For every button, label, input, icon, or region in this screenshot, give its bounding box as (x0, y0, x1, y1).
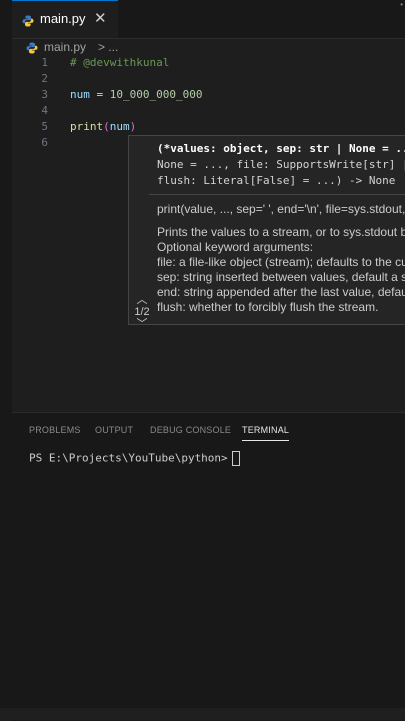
doc-line: end: string appended after the last valu… (157, 285, 405, 299)
tab-problems[interactable]: PROBLEMS (29, 425, 81, 435)
tab-main-py[interactable]: main.py ✕ (12, 0, 118, 38)
tab-terminal[interactable]: TERMINAL (242, 425, 290, 441)
overload-counter: 1/2 (134, 306, 150, 318)
overload-navigator: ︿ 1/2 ﹀ (129, 294, 155, 324)
line-number: 4 (41, 104, 48, 117)
breadcrumb-symbols[interactable]: > ... (98, 40, 118, 54)
code-text: print(num) (70, 120, 136, 133)
sig-line-2: None = ..., file: SupportsWrite[str] | (157, 158, 405, 171)
line-number: 5 (41, 120, 48, 133)
activity-bar-strip (0, 0, 12, 720)
line-number: 3 (41, 88, 48, 101)
sig-line-1: (*values: object, sep: str | None = ... (157, 142, 405, 155)
doc-line: sep: string inserted between values, def… (157, 270, 405, 284)
variable-token: num (70, 88, 90, 101)
close-icon[interactable]: ✕ (94, 9, 107, 27)
code-line: 1 # @devwithkunal (12, 56, 405, 72)
editor-tab-bar: main.py ✕ • (12, 0, 405, 39)
doc-line: Optional keyword arguments: (157, 240, 314, 254)
terminal-prompt: PS E:\Projects\YouTube\python> (29, 451, 228, 465)
tab-debug-console[interactable]: DEBUG CONSOLE (150, 425, 231, 435)
code-line: 4 (12, 104, 405, 120)
paren-token: ) (129, 120, 137, 133)
sig-line-3: flush: Literal[False] = ...) -> None (157, 174, 396, 187)
terminal-cursor (231, 451, 240, 466)
doc-line: flush: whether to forcibly flush the str… (157, 300, 379, 314)
line-number: 6 (41, 136, 48, 149)
line-number: 2 (41, 72, 48, 85)
line-number: 1 (41, 56, 48, 69)
function-token: print (70, 120, 104, 133)
signature-text: (*values: object, sep: str | None = ... … (157, 141, 405, 189)
bottom-panel: PROBLEMS OUTPUT DEBUG CONSOLE TERMINAL P… (12, 412, 405, 721)
doc-line: Prints the values to a stream, or to sys… (157, 225, 405, 239)
variable-token: num (109, 120, 130, 133)
chevron-up-icon[interactable]: ︿ (129, 294, 155, 306)
divider (149, 194, 405, 195)
operator-token: = (89, 88, 110, 101)
chevron-down-icon[interactable]: ﹀ (129, 318, 155, 324)
doc-line: file: a file-like object (stream); defau… (157, 255, 405, 269)
taskbar-strip (0, 708, 405, 720)
python-file-icon (22, 14, 34, 32)
paren-token: ( (103, 120, 110, 133)
terminal[interactable]: PS E:\Projects\YouTube\python> (29, 451, 240, 466)
code-line: 3 num = 10_000_000_000 (12, 88, 405, 104)
documentation-text: print(value, ..., sep=' ', end='\n', fil… (157, 202, 405, 315)
doc-signature: print(value, ..., sep=' ', end='\n', fil… (157, 202, 405, 216)
tab-label: main.py (40, 11, 86, 26)
code-text: # @devwithkunal (70, 56, 170, 69)
signature-help-popup: (*values: object, sep: str | None = ... … (128, 135, 405, 325)
tab-output[interactable]: OUTPUT (95, 425, 133, 435)
number-token: 10_000_000_000 (109, 88, 203, 101)
code-text: num = 10_000_000_000 (70, 88, 202, 101)
code-line: 2 (12, 72, 405, 88)
overflow-indicator: • (400, 0, 403, 9)
python-file-icon (26, 42, 38, 57)
breadcrumb-file[interactable]: main.py (44, 40, 86, 54)
code-line: 5 print(num) (12, 120, 405, 136)
